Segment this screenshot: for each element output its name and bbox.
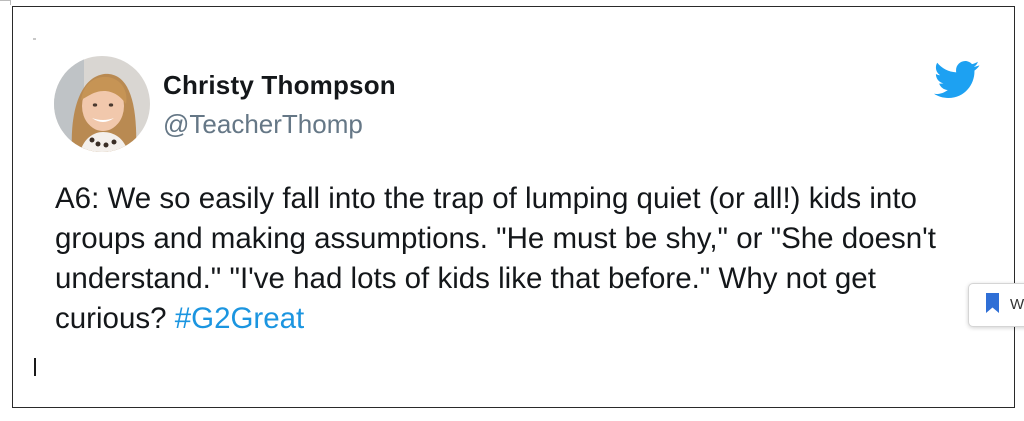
side-widget-label: W (1010, 296, 1024, 313)
bookmark-icon (986, 293, 999, 313)
corner-mark (0, 0, 11, 5)
text-cursor (34, 358, 36, 376)
hashtag-link[interactable]: #G2Great (175, 302, 305, 335)
side-bookmark-widget[interactable]: W (968, 283, 1024, 327)
stray-mark (33, 38, 36, 40)
author-handle[interactable]: @TeacherThomp (163, 109, 363, 140)
twitter-bird-icon[interactable] (934, 60, 980, 100)
avatar-photo (54, 56, 150, 152)
twitter-bird-glyph (934, 61, 980, 99)
tweet-text: A6: We so easily fall into the trap of l… (55, 179, 960, 339)
author-avatar[interactable] (54, 56, 150, 152)
author-name[interactable]: Christy Thompson (163, 70, 396, 101)
